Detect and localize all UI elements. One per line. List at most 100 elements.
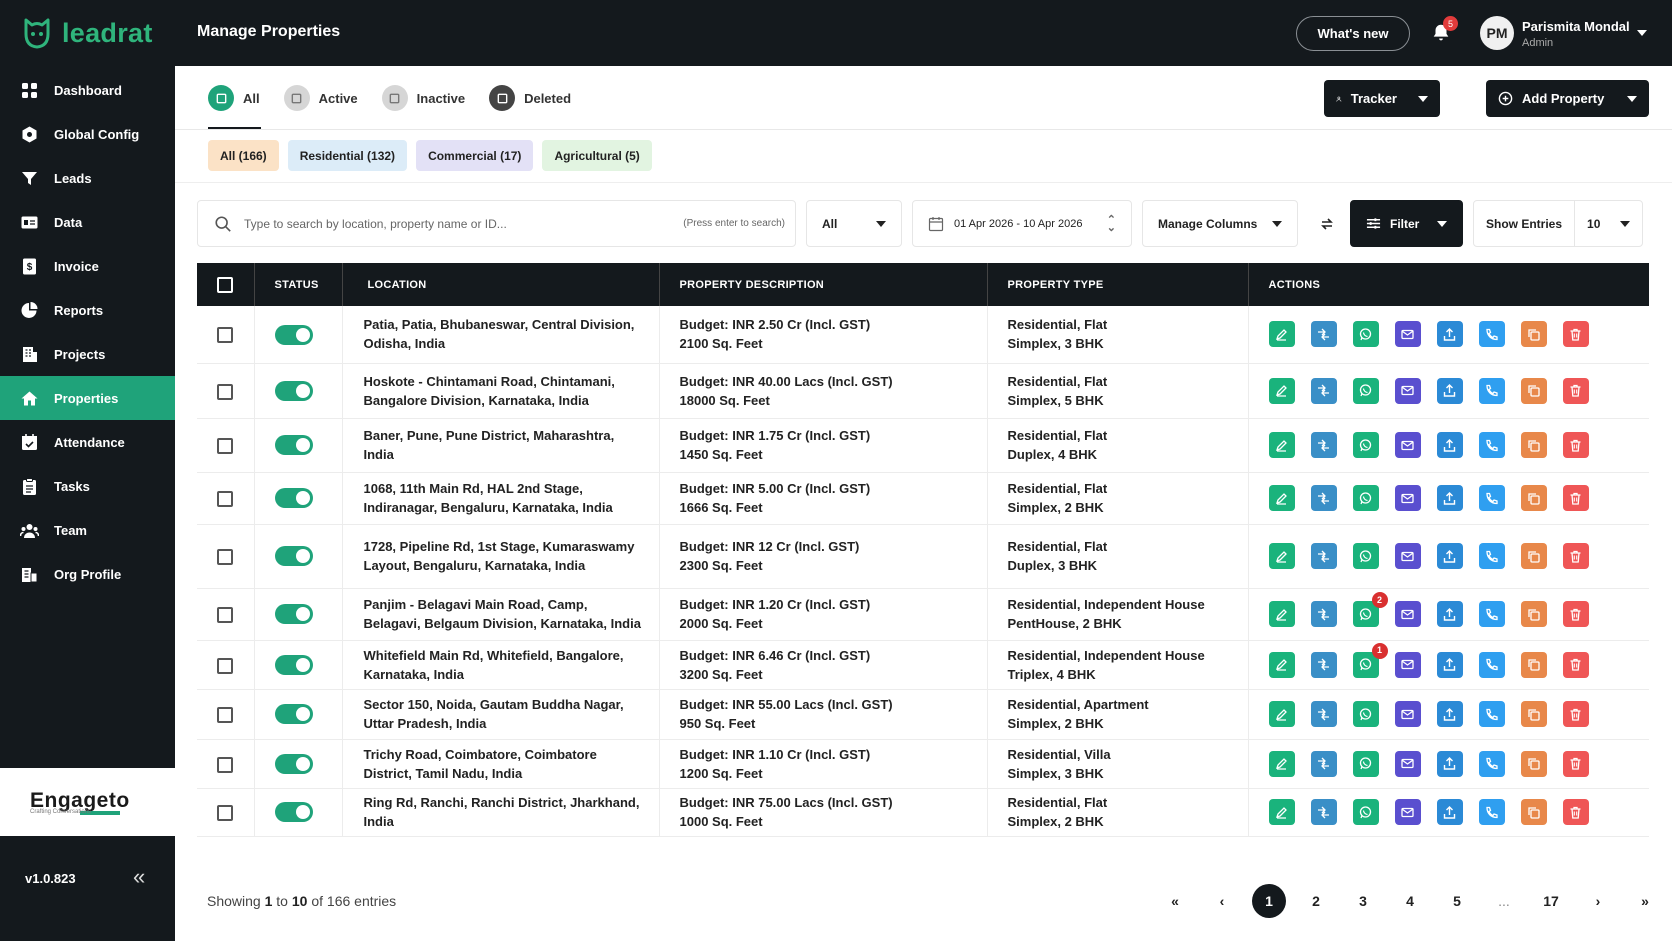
phone-button[interactable] xyxy=(1478,432,1505,458)
phone-button[interactable] xyxy=(1478,377,1505,404)
phone-button[interactable] xyxy=(1478,485,1505,511)
status-toggle[interactable] xyxy=(274,380,313,401)
category-chip[interactable]: Agricultural (5) xyxy=(542,140,652,171)
delete-button[interactable] xyxy=(1562,651,1589,678)
previous-page-icon[interactable]: ‹ xyxy=(1205,884,1239,918)
row-checkbox[interactable] xyxy=(217,805,233,822)
mail-button[interactable] xyxy=(1394,651,1421,678)
copy-button[interactable] xyxy=(1520,377,1547,404)
table-row[interactable]: Ring Rd, Ranchi, Ranchi District, Jharkh… xyxy=(197,788,1649,836)
mail-button[interactable] xyxy=(1394,601,1421,627)
status-toggle[interactable] xyxy=(274,802,313,823)
status-toggle[interactable] xyxy=(274,324,313,345)
whatsapp-button[interactable]: 2 xyxy=(1352,592,1388,627)
assign-button[interactable] xyxy=(1310,321,1337,348)
table-row[interactable]: Patia, Patia, Bhubaneswar, Central Divis… xyxy=(197,306,1649,363)
whatsapp-button[interactable] xyxy=(1352,485,1379,511)
table-row[interactable]: 1068, 11th Main Rd, HAL 2nd Stage, Indir… xyxy=(197,472,1649,524)
row-checkbox[interactable] xyxy=(217,383,233,400)
table-row[interactable]: 1728, Pipeline Rd, 1st Stage, Kumaraswam… xyxy=(197,524,1649,588)
share-button[interactable] xyxy=(1436,750,1463,777)
share-button[interactable] xyxy=(1436,701,1463,727)
assign-button[interactable] xyxy=(1310,750,1337,777)
mail-button[interactable] xyxy=(1394,432,1421,458)
share-button[interactable] xyxy=(1436,601,1463,627)
sidebar-item-global-config[interactable]: Global Config xyxy=(0,112,175,156)
assign-button[interactable] xyxy=(1310,543,1337,569)
share-button[interactable] xyxy=(1436,651,1463,678)
phone-button[interactable] xyxy=(1478,750,1505,777)
delete-button[interactable] xyxy=(1562,799,1589,825)
row-checkbox[interactable] xyxy=(217,607,233,624)
page-number[interactable]: 5 xyxy=(1440,884,1474,918)
show-entries-select[interactable]: 10 xyxy=(1575,217,1642,231)
sidebar-item-attendance[interactable]: Attendance xyxy=(0,420,175,464)
delete-button[interactable] xyxy=(1562,601,1589,627)
refresh-icon[interactable] xyxy=(1309,200,1345,247)
edit-button[interactable] xyxy=(1268,432,1295,458)
status-toggle[interactable] xyxy=(274,546,313,567)
share-button[interactable] xyxy=(1436,485,1463,511)
copy-button[interactable] xyxy=(1520,799,1547,825)
mail-button[interactable] xyxy=(1394,321,1421,348)
mail-button[interactable] xyxy=(1394,799,1421,825)
page-number[interactable]: 3 xyxy=(1346,884,1380,918)
table-row[interactable]: Sector 150, Noida, Gautam Buddha Nagar, … xyxy=(197,689,1649,739)
page-number[interactable]: 1 xyxy=(1252,884,1286,918)
sidebar-item-leads[interactable]: Leads xyxy=(0,156,175,200)
page-number[interactable]: 4 xyxy=(1393,884,1427,918)
status-toggle[interactable] xyxy=(274,488,313,509)
whatsapp-button[interactable] xyxy=(1352,799,1379,825)
mail-button[interactable] xyxy=(1394,701,1421,727)
select-all-checkbox[interactable] xyxy=(217,276,233,293)
delete-button[interactable] xyxy=(1562,543,1589,569)
delete-button[interactable] xyxy=(1562,432,1589,458)
manage-columns-select[interactable]: Manage Columns xyxy=(1142,200,1298,247)
share-button[interactable] xyxy=(1436,799,1463,825)
sidebar-item-dashboard[interactable]: Dashboard xyxy=(0,68,175,112)
whatsapp-button[interactable] xyxy=(1352,701,1379,727)
app-logo[interactable]: leadrat xyxy=(0,0,175,66)
status-toggle[interactable] xyxy=(274,604,313,625)
row-checkbox[interactable] xyxy=(217,438,233,455)
whatsapp-button[interactable] xyxy=(1352,543,1379,569)
table-row[interactable]: Baner, Pune, Pune District, Maharashtra,… xyxy=(197,418,1649,472)
mail-button[interactable] xyxy=(1394,750,1421,777)
category-chip[interactable]: All (166) xyxy=(208,140,279,171)
share-button[interactable] xyxy=(1436,377,1463,404)
first-page-icon[interactable]: « xyxy=(1158,884,1192,918)
status-toggle[interactable] xyxy=(274,654,313,675)
copy-button[interactable] xyxy=(1520,321,1547,348)
row-checkbox[interactable] xyxy=(217,657,233,674)
whats-new-button[interactable]: What's new xyxy=(1296,16,1410,51)
category-chip[interactable]: Commercial (17) xyxy=(416,140,534,171)
mail-button[interactable] xyxy=(1394,485,1421,511)
sidebar-item-org-profile[interactable]: Org Profile xyxy=(0,552,175,596)
row-checkbox[interactable] xyxy=(217,491,233,508)
status-toggle[interactable] xyxy=(274,753,313,774)
phone-button[interactable] xyxy=(1478,651,1505,678)
whatsapp-button[interactable] xyxy=(1352,321,1379,348)
row-checkbox[interactable] xyxy=(217,549,233,566)
share-button[interactable] xyxy=(1436,321,1463,348)
tab-active[interactable]: Active xyxy=(283,83,358,113)
phone-button[interactable] xyxy=(1478,321,1505,348)
share-button[interactable] xyxy=(1436,432,1463,458)
collapse-sidebar-icon[interactable]: « xyxy=(133,864,145,890)
status-toggle[interactable] xyxy=(274,704,313,725)
assign-button[interactable] xyxy=(1310,432,1337,458)
phone-button[interactable] xyxy=(1478,543,1505,569)
table-row[interactable]: Hoskote - Chintamani Road, Chintamani, B… xyxy=(197,363,1649,418)
status-toggle[interactable] xyxy=(274,435,313,456)
sidebar-item-data[interactable]: Data xyxy=(0,200,175,244)
column-header[interactable]: LOCATION xyxy=(342,263,660,306)
whatsapp-button[interactable]: 1 xyxy=(1352,642,1388,678)
phone-button[interactable] xyxy=(1478,799,1505,825)
copy-button[interactable] xyxy=(1520,485,1547,511)
table-row[interactable]: Trichy Road, Coimbatore, Coimbatore Dist… xyxy=(197,739,1649,788)
assign-button[interactable] xyxy=(1310,377,1337,404)
edit-button[interactable] xyxy=(1268,601,1295,627)
edit-button[interactable] xyxy=(1268,485,1295,511)
copy-button[interactable] xyxy=(1520,750,1547,777)
whatsapp-button[interactable] xyxy=(1352,432,1379,458)
